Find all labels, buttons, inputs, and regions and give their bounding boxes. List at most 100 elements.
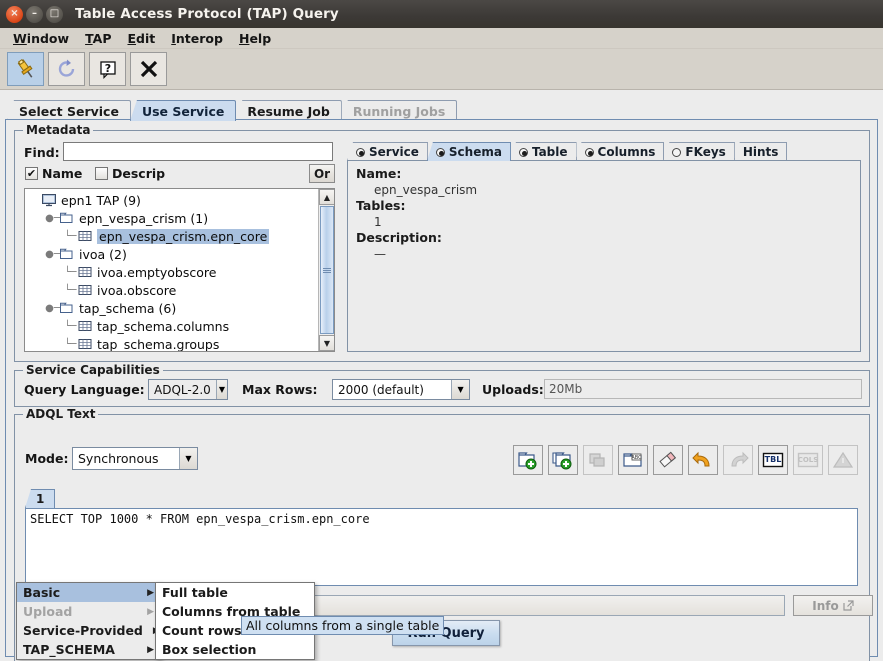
maximize-window-icon[interactable]: □: [46, 5, 63, 23]
radio-icon: [672, 147, 682, 157]
metadata-tab-service[interactable]: Service: [347, 142, 428, 161]
info-button-label: Info: [812, 598, 839, 613]
context-menu[interactable]: Basic▶Upload▶Service-Provided▶TAP_SCHEMA…: [16, 582, 161, 660]
info-value: 1: [374, 215, 382, 229]
copy-tab-button[interactable]: [548, 445, 578, 475]
tab-resume-job[interactable]: Resume Job: [235, 100, 342, 121]
folders-minus-icon: [589, 453, 605, 467]
tree-node-label: epn_vespa_crism.epn_core: [97, 228, 270, 244]
folder-icon: [59, 246, 75, 262]
tab-label: Select Service: [19, 103, 119, 119]
undo-button[interactable]: [688, 445, 718, 475]
chevron-down-icon: ▼: [451, 380, 469, 399]
pin-button[interactable]: [7, 52, 44, 86]
tree-expand-handle[interactable]: ●─: [45, 299, 60, 317]
menu-item-tap-schema[interactable]: TAP_SCHEMA ▶: [17, 640, 160, 659]
uploads-value: 20Mb: [549, 382, 583, 396]
menu-edit[interactable]: Edit: [119, 29, 163, 48]
mode-select[interactable]: Synchronous ▼: [72, 447, 198, 470]
rename-tab-button[interactable]: ABC: [618, 445, 648, 475]
tree-node[interactable]: └─ ivoa.emptyobscore: [28, 263, 318, 281]
remove-tab-button[interactable]: [583, 445, 613, 475]
content-pane: Select Service Use Service Resume Job Ru…: [0, 90, 883, 661]
question-balloon-icon: ?: [99, 61, 116, 79]
metadata-tab-label: Schema: [448, 145, 502, 159]
adql-query-editor[interactable]: SELECT TOP 1000 * FROM epn_vespa_crism.e…: [25, 508, 858, 586]
tree-rows: epn1 TAP (9) ●─ epn_vespa_crism (1) └─ epn_v…: [25, 189, 318, 351]
tab-use-service[interactable]: Use Service: [129, 100, 237, 121]
minimize-window-icon[interactable]: –: [26, 5, 43, 23]
table-icon: [78, 267, 92, 277]
help-button[interactable]: ?: [89, 52, 126, 86]
close-window-icon[interactable]: ×: [6, 5, 23, 23]
warning-button[interactable]: [828, 445, 858, 475]
menu-item-service-provided[interactable]: Service-Provided▶: [17, 621, 160, 640]
tab-running-jobs[interactable]: Running Jobs: [340, 100, 458, 121]
tab-select-service[interactable]: Select Service: [7, 100, 131, 121]
menu-help[interactable]: Help: [231, 29, 279, 48]
submenu-item-full-table[interactable]: Full table: [156, 583, 314, 602]
table-icon: [78, 231, 92, 241]
max-rows-select[interactable]: 2000 (default) ▼: [332, 379, 470, 400]
tree-node[interactable]: ●─ ivoa (2): [28, 245, 318, 263]
scroll-thumb[interactable]: [320, 206, 334, 334]
radio-icon: [584, 147, 594, 157]
submenu-item-box-selection[interactable]: Box selection: [156, 640, 314, 659]
tree-node[interactable]: ●─ epn_vespa_crism (1): [28, 209, 318, 227]
tree-leaf-line: └─: [64, 320, 77, 332]
metadata-tab-hints[interactable]: Hints: [733, 142, 788, 161]
metadata-tab-columns[interactable]: Columns: [575, 142, 665, 161]
window-title: Table Access Protocol (TAP) Query: [75, 6, 339, 22]
info-button[interactable]: Info: [793, 595, 873, 616]
tree-root-handle: [28, 191, 41, 209]
descrip-checkbox[interactable]: Descrip: [95, 166, 165, 181]
folder-icon: [59, 210, 75, 226]
checkbox-box: ✔: [25, 167, 38, 180]
reload-button[interactable]: [48, 52, 85, 86]
warning-triangle-icon: [832, 451, 854, 468]
tree-node[interactable]: ●─ tap_schema (6): [28, 299, 318, 317]
metadata-tree[interactable]: epn1 TAP (9) ●─ epn_vespa_crism (1) └─ epn_v…: [24, 188, 335, 352]
chevron-down-icon: ▼: [179, 448, 197, 469]
metadata-tab-label: Service: [369, 145, 419, 159]
server-icon: [41, 192, 57, 208]
editor-tab-1[interactable]: 1: [25, 489, 56, 508]
metadata-tab-fkeys[interactable]: FKeys: [663, 142, 735, 161]
tree-node-label: ivoa.emptyobscore: [97, 264, 217, 280]
menu-bar: Window TAP Edit Interop Help: [0, 28, 883, 49]
menu-window[interactable]: Window: [5, 29, 77, 48]
menu-item-upload[interactable]: Upload ▶: [17, 602, 160, 621]
scroll-down-arrow[interactable]: ▼: [319, 335, 334, 351]
tooltip-text: All columns from a single table: [246, 618, 440, 633]
insert-table-button[interactable]: TBL: [758, 445, 788, 475]
scroll-up-arrow[interactable]: ▲: [319, 189, 334, 205]
tree-expand-handle[interactable]: ●─: [45, 245, 60, 263]
table-icon: [77, 318, 93, 334]
x-cross-icon: [140, 60, 157, 78]
clear-button[interactable]: [653, 445, 683, 475]
metadata-tab-schema[interactable]: Schema: [426, 142, 511, 161]
find-input[interactable]: [63, 142, 333, 161]
close-view-button[interactable]: [130, 52, 167, 86]
tree-expand-handle[interactable]: ●─: [45, 209, 60, 227]
tree-leaf-line: └─: [64, 266, 77, 278]
tree-node[interactable]: epn1 TAP (9): [28, 191, 318, 209]
menu-item-basic[interactable]: Basic ▶: [17, 583, 160, 602]
menu-tap[interactable]: TAP: [77, 29, 119, 48]
tree-node-label: ivoa (2): [79, 246, 127, 262]
tree-node[interactable]: └─ epn_vespa_crism.epn_core: [28, 227, 318, 245]
metadata-tab-label: Columns: [597, 145, 656, 159]
tree-node[interactable]: └─ tap_schema.columns: [28, 317, 318, 335]
add-tab-button[interactable]: [513, 445, 543, 475]
metadata-tab-table[interactable]: Table: [509, 142, 577, 161]
tree-node[interactable]: └─ ivoa.obscore: [28, 281, 318, 299]
tree-scrollbar[interactable]: ▲ ▼: [318, 189, 334, 351]
folder-icon: [59, 300, 75, 316]
or-button[interactable]: Or: [309, 164, 335, 183]
insert-columns-button[interactable]: COLS: [793, 445, 823, 475]
tree-node[interactable]: └─ tap_schema.groups: [28, 335, 318, 352]
name-checkbox[interactable]: ✔ Name: [25, 166, 82, 181]
query-language-select[interactable]: ADQL-2.0 ▼: [148, 379, 228, 400]
redo-button[interactable]: [723, 445, 753, 475]
menu-interop[interactable]: Interop: [163, 29, 231, 48]
